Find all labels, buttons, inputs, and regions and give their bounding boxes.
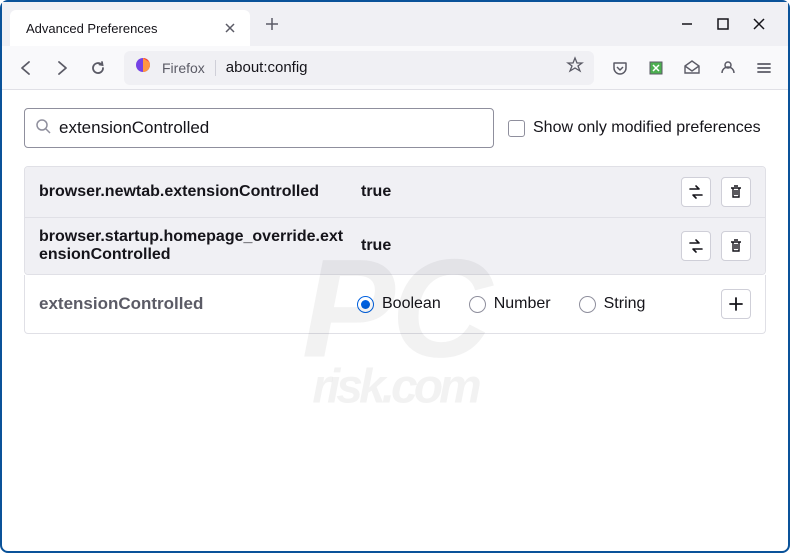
pref-search-input[interactable] <box>59 118 483 138</box>
extension-icon[interactable] <box>640 52 672 84</box>
radio-boolean[interactable]: Boolean <box>357 295 441 313</box>
firefox-logo-icon <box>134 56 152 79</box>
radio-string[interactable]: String <box>579 295 646 313</box>
radio-number[interactable]: Number <box>469 295 551 313</box>
url-identity: Firefox <box>162 60 216 76</box>
show-modified-checkbox[interactable]: Show only modified preferences <box>508 119 761 137</box>
browser-tab[interactable]: Advanced Preferences <box>10 10 250 46</box>
pref-name: browser.newtab.extensionControlled <box>39 183 349 201</box>
inbox-icon[interactable] <box>676 52 708 84</box>
about-config-content: Show only modified preferences browser.n… <box>2 90 788 551</box>
window-controls <box>678 15 780 33</box>
account-icon[interactable] <box>712 52 744 84</box>
new-tab-button[interactable] <box>258 10 286 38</box>
nav-toolbar: Firefox about:config <box>2 46 788 90</box>
toggle-button[interactable] <box>681 231 711 261</box>
add-pref-name: extensionControlled <box>39 294 339 314</box>
pref-value: true <box>361 237 669 255</box>
close-tab-icon[interactable] <box>222 20 238 36</box>
delete-button[interactable] <box>721 177 751 207</box>
bookmark-star-icon[interactable] <box>566 56 584 79</box>
delete-button[interactable] <box>721 231 751 261</box>
add-pref-row: extensionControlled Boolean Number Strin… <box>24 275 766 334</box>
pref-search-box[interactable] <box>24 108 494 148</box>
back-button[interactable] <box>10 52 42 84</box>
pref-name: browser.startup.homepage_override.extens… <box>39 228 349 264</box>
type-radio-group: Boolean Number String <box>357 295 703 313</box>
checkbox-label: Show only modified preferences <box>533 119 761 137</box>
reload-button[interactable] <box>82 52 114 84</box>
pref-value: true <box>361 183 669 201</box>
tab-title: Advanced Preferences <box>26 21 158 36</box>
pref-row[interactable]: browser.newtab.extensionControlled true <box>25 167 765 218</box>
toggle-button[interactable] <box>681 177 711 207</box>
radio-icon <box>357 296 374 313</box>
app-menu-icon[interactable] <box>748 52 780 84</box>
add-button[interactable] <box>721 289 751 319</box>
radio-icon <box>469 296 486 313</box>
url-text[interactable]: about:config <box>226 59 556 76</box>
tab-strip: Advanced Preferences <box>2 2 788 46</box>
checkbox-icon <box>508 120 525 137</box>
close-window-button[interactable] <box>750 15 768 33</box>
url-bar[interactable]: Firefox about:config <box>124 51 594 85</box>
forward-button[interactable] <box>46 52 78 84</box>
search-icon <box>35 118 51 139</box>
minimize-button[interactable] <box>678 15 696 33</box>
pocket-icon[interactable] <box>604 52 636 84</box>
maximize-button[interactable] <box>714 15 732 33</box>
pref-row[interactable]: browser.startup.homepage_override.extens… <box>25 218 765 274</box>
radio-icon <box>579 296 596 313</box>
prefs-table: browser.newtab.extensionControlled true … <box>24 166 766 275</box>
